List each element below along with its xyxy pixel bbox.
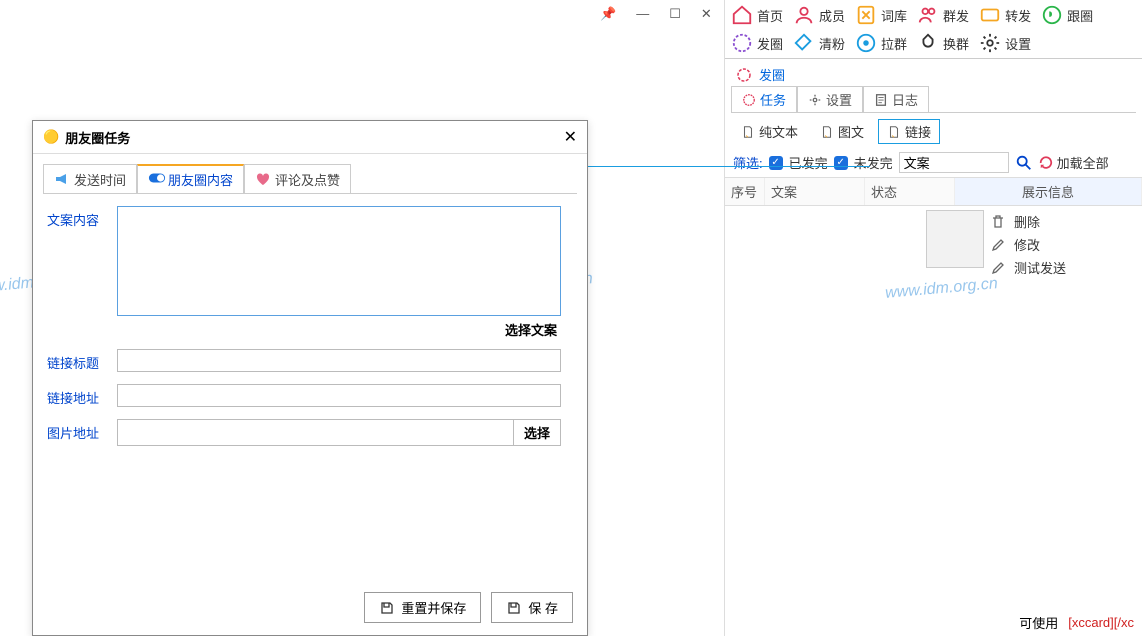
checkbox-done[interactable]: ✓ [769,156,783,170]
toolbar-lexicon[interactable]: 词库 [855,4,907,26]
megaphone-icon [54,171,70,187]
dialog-tabs: 发送时间 朋友圈内容 评论及点赞 [33,154,587,193]
section-title: 发圈 [725,59,1142,86]
main-toolbar: 首页 成员 词库 群发 转发 跟圈 发圈 清粉 拉群 换群 设置 [725,0,1142,59]
action-delete[interactable]: 删除 [990,210,1136,233]
subtab-settings[interactable]: 设置 [797,86,863,112]
save-icon [506,600,522,616]
footer: 可使用 [xccard][/xc [1019,613,1134,632]
toolbar-clean[interactable]: 清粉 [793,32,845,54]
dlg-tab-content[interactable]: 朋友圈内容 [137,164,244,193]
action-test[interactable]: 测试发送 [990,256,1136,279]
label-link-url: 链接地址 [47,384,107,407]
footer-tag: [xccard][/xc [1068,615,1134,630]
search-icon[interactable] [1015,154,1033,172]
heart-icon [255,171,271,187]
label-content: 文案内容 [47,206,107,229]
reset-save-button[interactable]: 重置并保存 [364,592,481,623]
link-url-input[interactable] [117,384,561,407]
col-status[interactable]: 状态 [865,178,955,205]
close-button[interactable]: ✕ [701,6,712,22]
dialog-titlebar: 🟡 朋友圈任务 ✕ [33,121,587,154]
toggle-icon [148,172,164,188]
dialog-footer: 重置并保存 保 存 [364,592,573,623]
right-panel: 首页 成员 词库 群发 转发 跟圈 发圈 清粉 拉群 换群 设置 发圈 任务 设… [724,0,1142,636]
section-icon [735,66,753,84]
link-title-input[interactable] [117,349,561,372]
toolbar-follow[interactable]: 跟圈 [1041,4,1093,26]
toolbar-swap[interactable]: 换群 [917,32,969,54]
dialog-title: 朋友圈任务 [65,128,130,147]
arrow-connector [580,166,870,167]
thumbnail[interactable] [926,210,984,268]
grid-body: 删除 修改 测试发送 [725,206,1142,576]
select-text-link[interactable]: 选择文案 [505,323,557,338]
subtab-log[interactable]: 日志 [863,86,929,112]
toolbar-home[interactable]: 首页 [731,4,783,26]
subtab-task[interactable]: 任务 [731,86,797,112]
task-icon [742,93,756,107]
dialog-close-button[interactable]: ✕ [564,127,577,147]
toolbar-forward[interactable]: 转发 [979,4,1031,26]
action-edit[interactable]: 修改 [990,233,1136,256]
img-url-input[interactable] [117,419,514,446]
choose-button[interactable]: 选择 [514,419,561,446]
dialog-moments-task: 🟡 朋友圈任务 ✕ 发送时间 朋友圈内容 评论及点赞 文案内容 选择文案 链接标题… [32,120,588,636]
file-icon [741,125,755,139]
label-done: 已发完 [789,153,828,172]
content-textarea[interactable] [117,206,561,316]
type-tabs: 纯文本 图文 链接 [725,113,1142,148]
toolbar-settings[interactable]: 设置 [979,32,1031,54]
toolbar-members[interactable]: 成员 [793,4,845,26]
label-undone: 未发完 [854,153,893,172]
row-actions: 删除 修改 测试发送 [990,210,1136,279]
edit-icon [990,237,1006,253]
col-no[interactable]: 序号 [725,178,765,205]
dlg-tab-like[interactable]: 评论及点赞 [244,164,351,193]
filter-label: 筛选: [733,153,763,172]
dialog-icon: 🟡 [43,129,59,145]
gear-icon [808,93,822,107]
file-icon [887,125,901,139]
typetab-link[interactable]: 链接 [878,119,940,144]
col-text[interactable]: 文案 [765,178,865,205]
save-icon [379,600,395,616]
footer-label: 可使用 [1019,613,1058,632]
grid-header: 序号 文案 状态 展示信息 [725,177,1142,206]
typetab-imgtxt[interactable]: 图文 [812,119,872,144]
log-icon [874,93,888,107]
filter-input[interactable] [899,152,1009,173]
maximize-button[interactable]: ☐ [669,6,681,22]
filter-row: 筛选: ✓ 已发完 ✓ 未发完 加载全部 [725,148,1142,177]
dlg-tab-time[interactable]: 发送时间 [43,164,137,193]
subtabs: 任务 设置 日志 [725,86,1142,112]
toolbar-mass[interactable]: 群发 [917,4,969,26]
typetab-text[interactable]: 纯文本 [733,119,806,144]
checkbox-undone[interactable]: ✓ [834,156,848,170]
send-icon [990,260,1006,276]
col-info[interactable]: 展示信息 [955,178,1142,205]
reload-button[interactable]: 加载全部 [1039,153,1109,172]
save-button[interactable]: 保 存 [491,592,573,623]
toolbar-pull[interactable]: 拉群 [855,32,907,54]
dialog-body: 文案内容 选择文案 链接标题 链接地址 图片地址 选择 [33,194,587,470]
pin-icon[interactable]: 📌 [600,6,616,22]
label-link-title: 链接标题 [47,349,107,372]
label-img-url: 图片地址 [47,419,107,442]
minimize-button[interactable]: — [636,6,649,22]
trash-icon [990,214,1006,230]
file-icon [820,125,834,139]
toolbar-post[interactable]: 发圈 [731,32,783,54]
